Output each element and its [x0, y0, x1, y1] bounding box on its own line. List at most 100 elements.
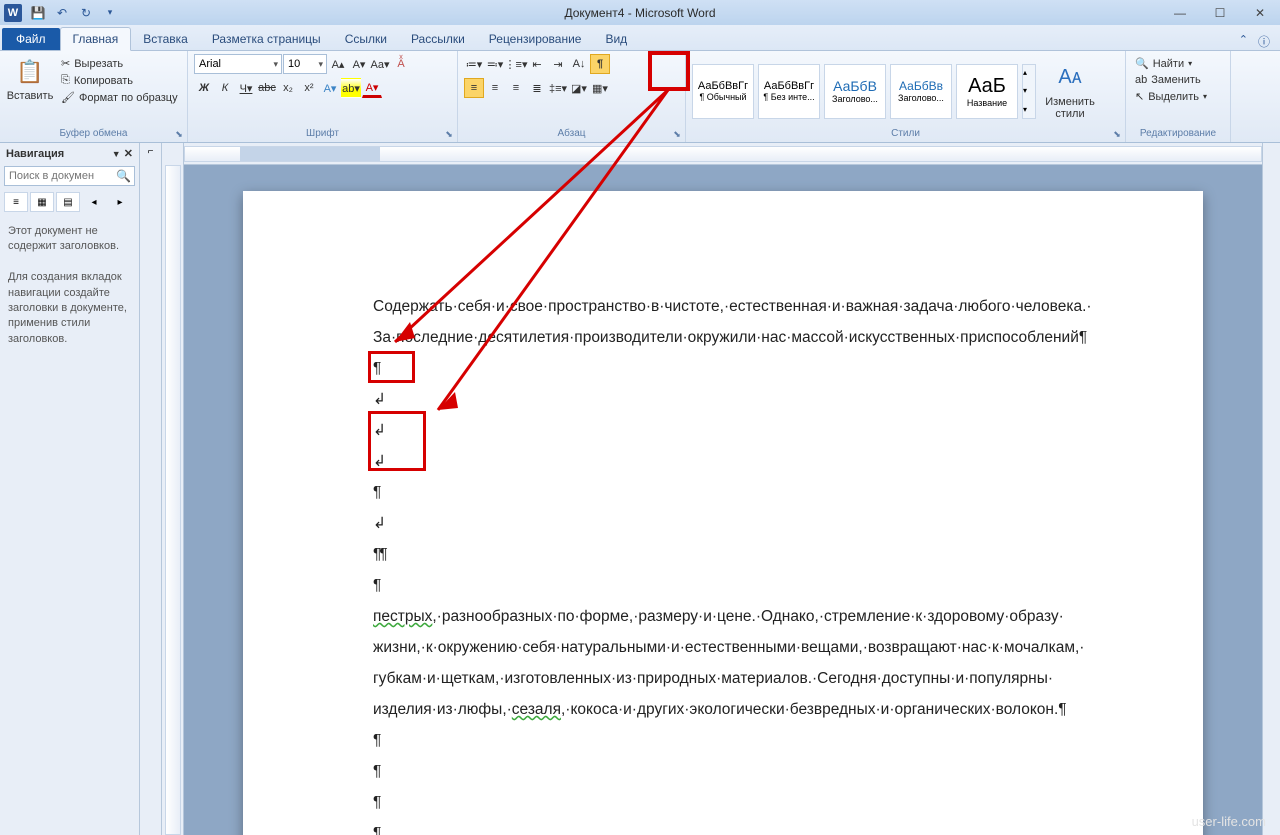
nav-view-headings[interactable]: ≡: [4, 192, 28, 212]
replace-icon: ab: [1135, 74, 1147, 86]
nav-view-pages[interactable]: ▦: [30, 192, 54, 212]
change-styles-icon: Aᴀ: [1054, 62, 1086, 94]
style-title[interactable]: АаБНазвание: [956, 64, 1018, 119]
font-launcher[interactable]: ⬊: [443, 128, 455, 140]
change-styles-button[interactable]: Aᴀ Изменить стили: [1040, 60, 1100, 122]
ribbon: 📋 Вставить ✂Вырезать ⎘Копировать 🖌Формат…: [0, 51, 1280, 143]
word-icon: W: [4, 4, 22, 22]
style-nospacing[interactable]: АаБбВвГг¶ Без инте...: [758, 64, 820, 119]
copy-button[interactable]: ⎘Копировать: [58, 73, 181, 88]
minimize-ribbon-icon[interactable]: ⌃: [1239, 33, 1248, 50]
workspace: Навигация ▼ ✕ 🔍 ≡ ▦ ▤ ◂ ▸ Этот документ …: [0, 143, 1280, 835]
ruler-vertical[interactable]: [162, 143, 184, 835]
show-hide-pilcrow-button[interactable]: ¶: [590, 54, 610, 74]
right-sidebar: [1262, 143, 1280, 835]
nav-dropdown-icon[interactable]: ▼: [112, 149, 121, 159]
style-heading2[interactable]: АаБбВвЗаголово...: [890, 64, 952, 119]
tab-home[interactable]: Главная: [60, 27, 132, 51]
borders-icon[interactable]: ▦▾: [590, 78, 610, 98]
document-page[interactable]: Содержать·себя·и·свое·пространство·в·чис…: [243, 191, 1203, 835]
watermark: user-life.com: [1192, 814, 1266, 829]
styles-gallery-more[interactable]: ▴▾▾: [1022, 64, 1036, 119]
highlight-box-1: [368, 351, 415, 383]
sort-icon[interactable]: A↓: [569, 54, 589, 74]
paragraph-launcher[interactable]: ⬊: [671, 128, 683, 140]
qat-save-icon[interactable]: 💾: [28, 3, 48, 23]
search-icon[interactable]: 🔍: [116, 169, 131, 183]
nav-close-icon[interactable]: ✕: [124, 148, 133, 160]
nav-empty-msg2: Для создания вкладок навигации создайте …: [8, 270, 131, 347]
ruler-corner: ⌐: [140, 143, 162, 835]
grow-font-icon[interactable]: A▴: [328, 54, 348, 74]
line-spacing-icon[interactable]: ‡≡▾: [548, 78, 568, 98]
tab-layout[interactable]: Разметка страницы: [200, 28, 333, 50]
strike-button[interactable]: abc: [257, 78, 277, 98]
qat-undo-icon[interactable]: ↶: [52, 3, 72, 23]
qat-redo-icon[interactable]: ↻: [76, 3, 96, 23]
group-paragraph: ≔▾ ≕▾ ⋮≡▾ ⇤ ⇥ A↓ ¶ ≡ ≡ ≡ ≣ ‡≡▾ ◪▾ ▦▾ Абз…: [458, 51, 686, 142]
superscript-button[interactable]: x²: [299, 78, 319, 98]
select-button[interactable]: ↖Выделить▾: [1132, 89, 1210, 104]
increase-indent-icon[interactable]: ⇥: [548, 54, 568, 74]
paste-button[interactable]: 📋 Вставить: [6, 54, 54, 104]
decrease-indent-icon[interactable]: ⇤: [527, 54, 547, 74]
clipboard-launcher[interactable]: ⬊: [173, 128, 185, 140]
change-case-icon[interactable]: Aa▾: [370, 54, 390, 74]
align-center-icon[interactable]: ≡: [485, 78, 505, 98]
group-editing: 🔍Найти▾ abЗаменить ↖Выделить▾ Редактиров…: [1126, 51, 1231, 142]
paste-icon: 📋: [14, 56, 46, 88]
highlight-icon[interactable]: ab▾: [341, 78, 361, 98]
close-button[interactable]: ✕: [1240, 2, 1280, 24]
highlight-box-2: [368, 411, 426, 471]
font-color-icon[interactable]: A▾: [362, 78, 382, 98]
find-icon: 🔍: [1135, 57, 1149, 70]
help-icon[interactable]: ⓘ: [1258, 33, 1270, 50]
italic-button[interactable]: К: [215, 78, 235, 98]
minimize-button[interactable]: —: [1160, 2, 1200, 24]
tab-mailings[interactable]: Рассылки: [399, 28, 477, 50]
font-size-combo[interactable]: 10: [283, 54, 327, 74]
style-normal[interactable]: АаБбВвГг¶ Обычный: [692, 64, 754, 119]
format-painter-button[interactable]: 🖌Формат по образцу: [58, 90, 181, 105]
tab-view[interactable]: Вид: [593, 28, 639, 50]
numbering-icon[interactable]: ≕▾: [485, 54, 505, 74]
window-title: Документ4 - Microsoft Word: [564, 6, 715, 20]
tab-insert[interactable]: Вставка: [131, 28, 200, 50]
find-button[interactable]: 🔍Найти▾: [1132, 56, 1195, 71]
tab-review[interactable]: Рецензирование: [477, 28, 594, 50]
document-area: ⌐ Содержать·себя·и·свое·пространство·в·ч…: [140, 143, 1280, 835]
nav-empty-msg1: Этот документ не содержит заголовков.: [8, 224, 131, 255]
clear-format-icon[interactable]: Aͯ: [391, 54, 411, 74]
tab-references[interactable]: Ссылки: [333, 28, 399, 50]
shading-icon[interactable]: ◪▾: [569, 78, 589, 98]
underline-button[interactable]: Ч▾: [236, 78, 256, 98]
styles-launcher[interactable]: ⬊: [1111, 128, 1123, 140]
maximize-button[interactable]: ☐: [1200, 2, 1240, 24]
justify-icon[interactable]: ≣: [527, 78, 547, 98]
style-heading1[interactable]: АаБбВЗаголово...: [824, 64, 886, 119]
cut-button[interactable]: ✂Вырезать: [58, 56, 181, 71]
shrink-font-icon[interactable]: A▾: [349, 54, 369, 74]
navigation-pane: Навигация ▼ ✕ 🔍 ≡ ▦ ▤ ◂ ▸ Этот документ …: [0, 143, 140, 835]
ruler-horizontal[interactable]: [184, 143, 1262, 165]
nav-view-results[interactable]: ▤: [56, 192, 80, 212]
text-effects-icon[interactable]: A▾: [320, 78, 340, 98]
bullets-icon[interactable]: ≔▾: [464, 54, 484, 74]
nav-title: Навигация: [6, 148, 64, 160]
align-right-icon[interactable]: ≡: [506, 78, 526, 98]
nav-view-prev[interactable]: ◂: [82, 192, 106, 212]
multilevel-icon[interactable]: ⋮≡▾: [506, 54, 526, 74]
qat-dropdown-icon[interactable]: ▾: [100, 3, 120, 23]
nav-view-next[interactable]: ▸: [108, 192, 132, 212]
scissors-icon: ✂: [61, 57, 70, 70]
group-font: Arial 10 A▴ A▾ Aa▾ Aͯ Ж К Ч▾ abc x₂ x² A…: [188, 51, 458, 142]
cursor-icon: ↖: [1135, 90, 1144, 103]
tab-file[interactable]: Файл: [2, 28, 60, 50]
replace-button[interactable]: abЗаменить: [1132, 73, 1204, 87]
subscript-button[interactable]: x₂: [278, 78, 298, 98]
align-left-icon[interactable]: ≡: [464, 78, 484, 98]
bold-button[interactable]: Ж: [194, 78, 214, 98]
brush-icon: 🖌: [61, 91, 75, 104]
font-name-combo[interactable]: Arial: [194, 54, 282, 74]
group-styles: АаБбВвГг¶ Обычный АаБбВвГг¶ Без инте... …: [686, 51, 1126, 142]
